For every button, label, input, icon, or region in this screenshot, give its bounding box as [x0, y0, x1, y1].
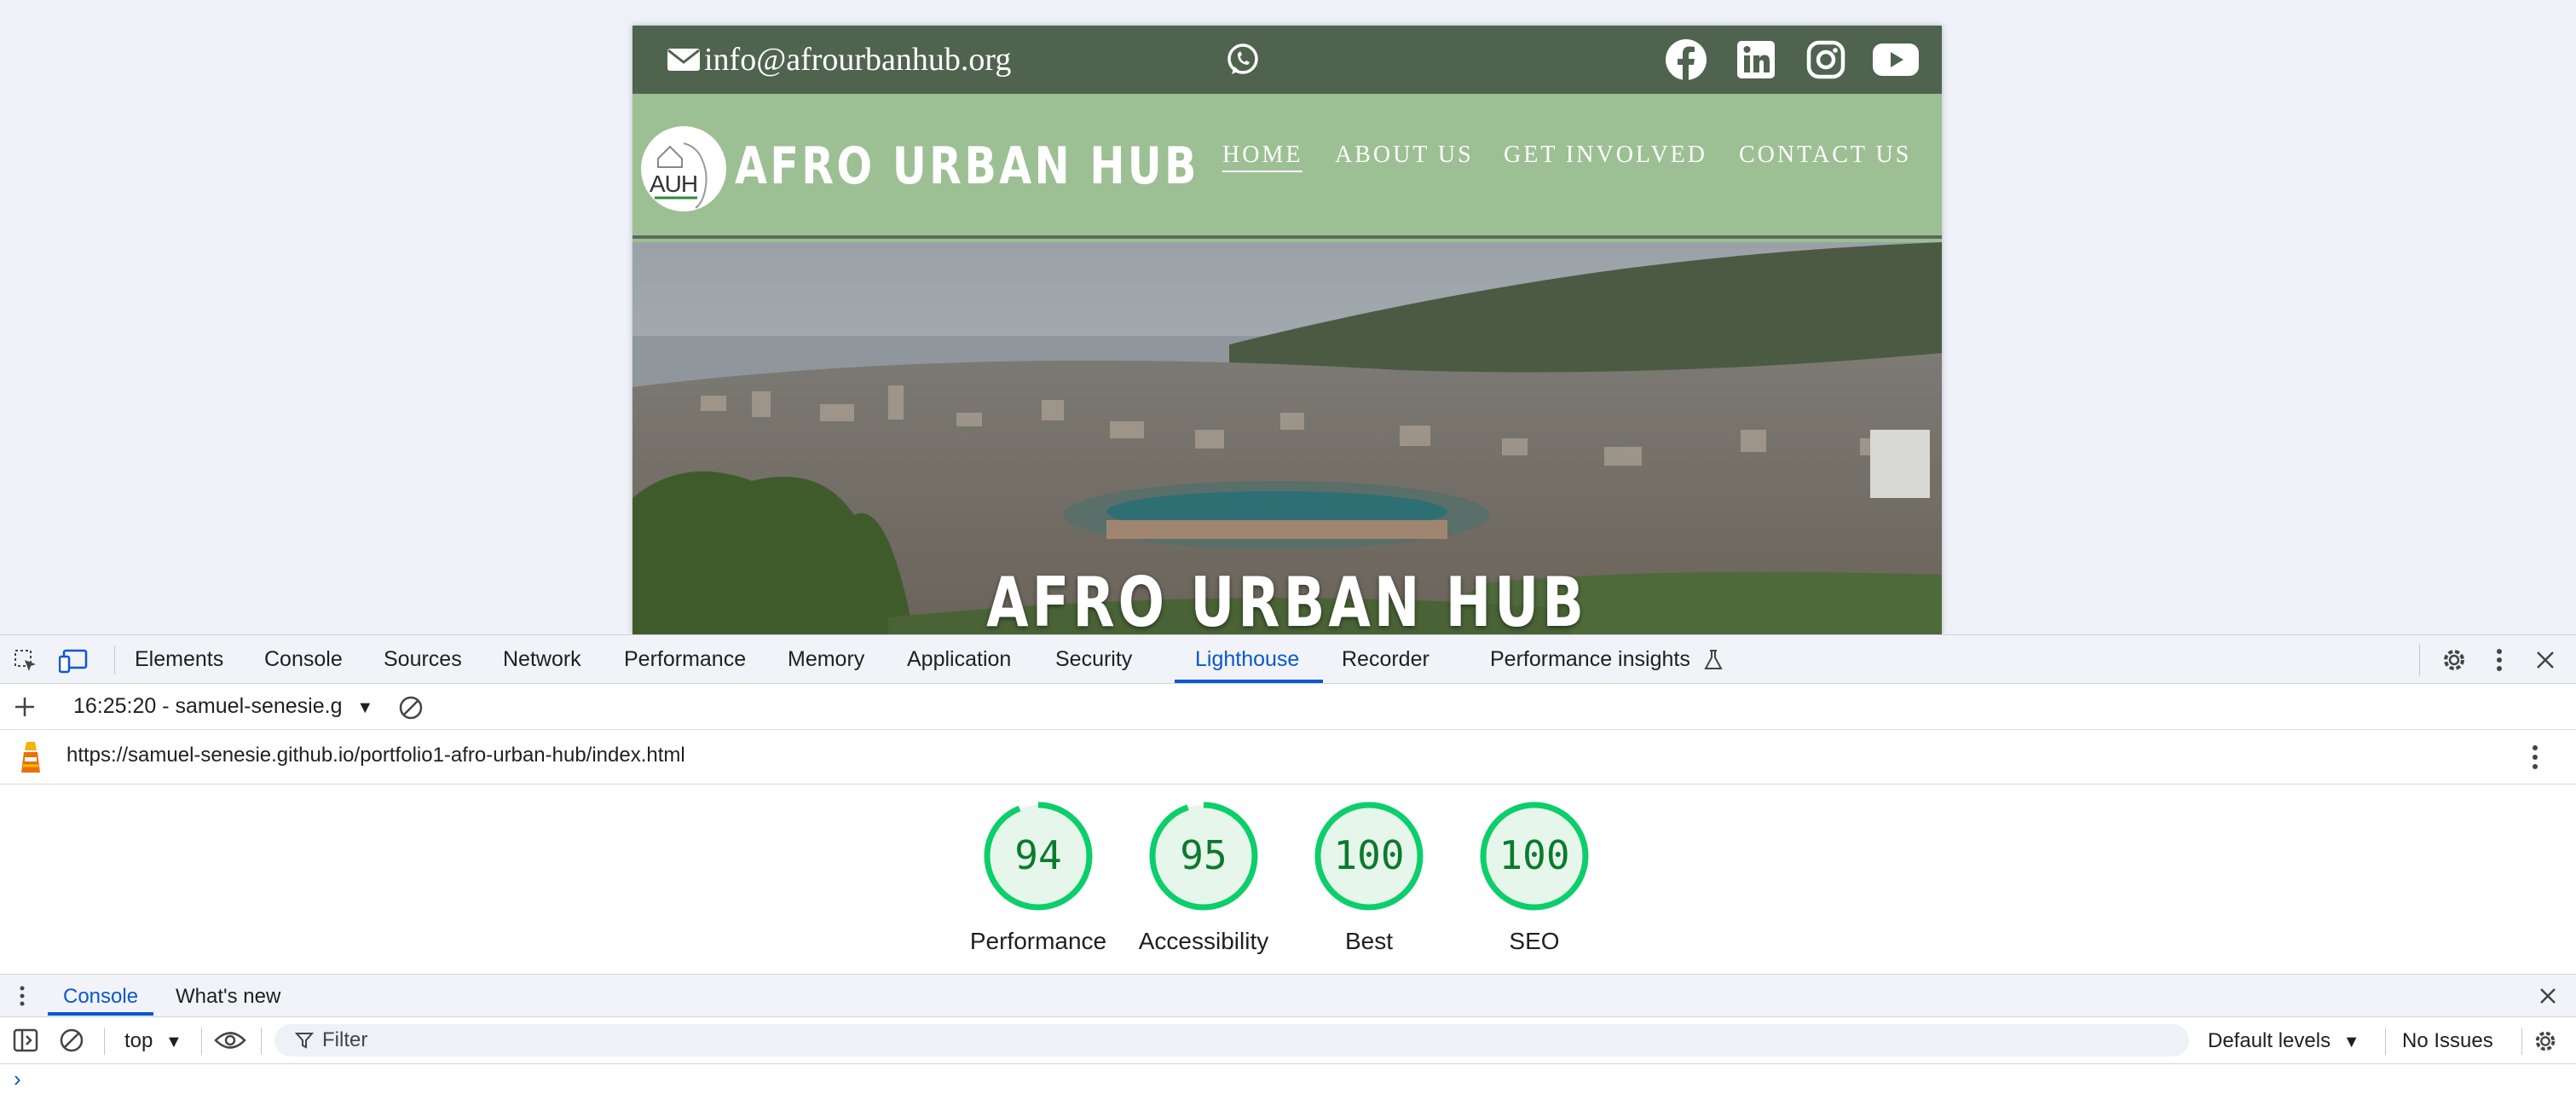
inspect-element-icon[interactable] — [12, 647, 39, 674]
tab-elements[interactable]: Elements — [135, 647, 223, 672]
drawer-tab-bar: Console What's new — [0, 974, 2576, 1016]
email-text: info@afrourbanhub.org — [704, 42, 1012, 78]
email-link[interactable]: info@afrourbanhub.org — [667, 39, 1011, 80]
audited-url-bar: https://samuel-senesie.github.io/portfol… — [0, 730, 2576, 784]
site-navbar: AUH AFRO URBAN HUB HOME ABOUT US GET INV… — [632, 94, 1942, 239]
chevron-down-icon: ▼ — [356, 698, 374, 717]
drawer-tab-whats-new[interactable]: What's new — [176, 985, 280, 1009]
filter-input[interactable] — [322, 1028, 1857, 1053]
toolbar-divider — [2385, 1028, 2386, 1055]
lighthouse-report-bar: 16:25:20 - samuel-senesie.g ▼ — [0, 684, 2576, 730]
score-label: SEO — [1509, 928, 1560, 954]
nav-about-us[interactable]: ABOUT US — [1335, 142, 1474, 169]
close-devtools-icon[interactable] — [2532, 646, 2559, 674]
toolbar-divider — [2521, 1028, 2522, 1055]
lighthouse-logo-icon — [15, 740, 46, 774]
more-options-icon[interactable] — [2489, 646, 2510, 674]
toolbar-divider — [201, 1028, 202, 1055]
active-tab-indicator — [1175, 680, 1323, 683]
instagram-icon[interactable] — [1800, 34, 1851, 85]
device-toolbar-icon[interactable] — [58, 647, 89, 674]
clear-reports-icon[interactable] — [397, 694, 425, 721]
tab-performance[interactable]: Performance — [624, 647, 746, 672]
devtools-tab-bar: Elements Console Sources Network Perform… — [0, 634, 2576, 684]
toolbar-divider — [104, 1028, 105, 1055]
log-levels-value: Default levels — [2208, 1029, 2331, 1052]
hero-title: AFRO URBAN HUB — [986, 563, 1588, 634]
score-gauge-performance[interactable]: 94 Performance — [970, 800, 1106, 954]
score-value: 94 — [1014, 832, 1062, 878]
settings-gear-icon[interactable] — [2440, 646, 2469, 674]
whatsapp-icon[interactable] — [1224, 41, 1262, 78]
site-logo[interactable]: AUH — [641, 126, 726, 211]
facebook-icon[interactable] — [1661, 34, 1712, 85]
close-drawer-icon[interactable] — [2537, 985, 2559, 1007]
tab-performance-insights[interactable]: Performance insights — [1490, 647, 1690, 672]
clear-console-icon[interactable] — [58, 1028, 85, 1053]
score-gauge-best-practices[interactable]: 100 Best — [1301, 800, 1437, 954]
toolbar-divider — [114, 646, 115, 674]
live-expression-eye-icon[interactable] — [213, 1028, 247, 1053]
linkedin-icon[interactable] — [1730, 34, 1782, 85]
new-report-plus-icon[interactable] — [12, 694, 38, 720]
toolbar-divider — [261, 1028, 262, 1055]
nav-contact-us[interactable]: CONTACT US — [1739, 142, 1911, 169]
score-gauge-accessibility[interactable]: 95 Accessibility — [1135, 800, 1272, 954]
chevron-down-icon: ▼ — [2342, 1033, 2360, 1051]
score-value: 100 — [1499, 832, 1570, 878]
issues-counter[interactable]: No Issues — [2402, 1029, 2493, 1053]
console-prompt-chevron-icon[interactable]: › — [14, 1066, 21, 1092]
tab-sources[interactable]: Sources — [384, 647, 462, 672]
score-value: 95 — [1180, 832, 1227, 878]
show-sidebar-icon[interactable] — [12, 1028, 39, 1053]
toolbar-divider — [2419, 644, 2420, 676]
log-levels-dropdown[interactable]: Default levels ▼ — [2208, 1029, 2360, 1053]
experiment-flask-icon — [1701, 647, 1725, 673]
tab-recorder[interactable]: Recorder — [1342, 647, 1430, 672]
envelope-icon — [667, 49, 700, 71]
page-preview: info@afrourbanhub.org AUH AFRO URBAN HUB… — [0, 0, 2576, 634]
hero-section: AFRO URBAN HUB — [632, 242, 1942, 634]
filter-funnel-icon — [293, 1029, 315, 1051]
report-selector[interactable]: 16:25:20 - samuel-senesie.g ▼ — [73, 694, 373, 719]
site-brand-title[interactable]: AFRO URBAN HUB — [735, 136, 1199, 196]
devtools-panel: Elements Console Sources Network Perform… — [0, 634, 2576, 1100]
tab-security[interactable]: Security — [1055, 647, 1132, 672]
drawer-tab-console[interactable]: Console — [63, 985, 138, 1009]
chevron-down-icon: ▼ — [165, 1033, 182, 1051]
report-menu-icon[interactable] — [2525, 742, 2545, 773]
tab-lighthouse[interactable]: Lighthouse — [1195, 647, 1299, 672]
logo-graphic — [655, 142, 708, 209]
nav-get-involved[interactable]: GET INVOLVED — [1504, 142, 1707, 169]
tab-application[interactable]: Application — [907, 647, 1011, 672]
drawer-menu-icon[interactable] — [14, 983, 31, 1009]
tab-network[interactable]: Network — [503, 647, 581, 672]
tab-memory[interactable]: Memory — [788, 647, 864, 672]
console-settings-gear-icon[interactable] — [2532, 1028, 2559, 1055]
nav-home[interactable]: HOME — [1222, 142, 1303, 172]
js-context-selector[interactable]: top ▼ — [124, 1029, 182, 1053]
js-context-value: top — [124, 1029, 153, 1052]
report-selector-value: 16:25:20 - samuel-senesie.g — [73, 694, 343, 718]
youtube-icon[interactable] — [1870, 34, 1921, 85]
score-value: 100 — [1333, 832, 1405, 878]
active-drawer-tab-indicator — [48, 1012, 153, 1016]
score-gauge-seo[interactable]: 100 SEO — [1466, 800, 1603, 954]
audited-url[interactable]: https://samuel-senesie.github.io/portfol… — [66, 744, 685, 767]
console-filter[interactable] — [274, 1024, 2189, 1057]
lighthouse-scores: 94 Performance 95 Accessibility 100 Best — [0, 784, 2576, 974]
tab-console[interactable]: Console — [264, 647, 343, 672]
website-viewport: info@afrourbanhub.org AUH AFRO URBAN HUB… — [632, 26, 1942, 634]
console-toolbar: top ▼ Default levels ▼ No Issues — [0, 1016, 2576, 1064]
logo-text: AUH — [650, 171, 698, 197]
contact-topbar: info@afrourbanhub.org — [632, 26, 1942, 94]
